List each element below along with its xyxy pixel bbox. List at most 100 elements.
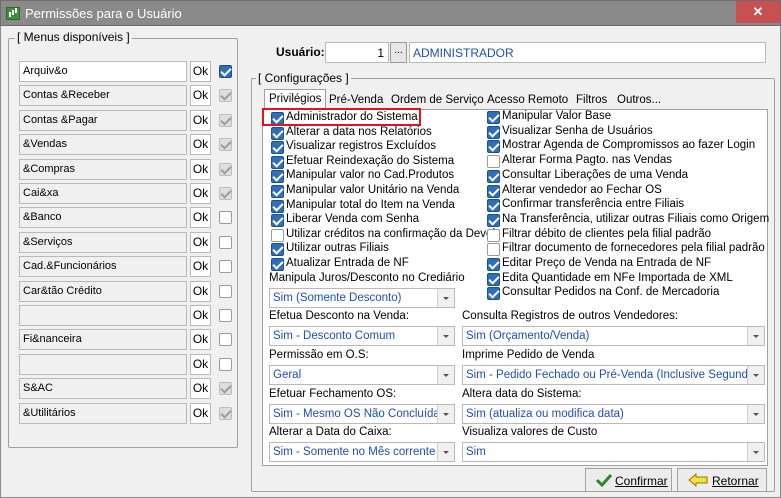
- menu-item-field[interactable]: Cad.&Funcionários: [19, 256, 187, 278]
- close-button[interactable]: ✕: [736, 1, 780, 23]
- permission-left-checkbox[interactable]: [271, 155, 284, 169]
- menu-item-ok-field[interactable]: Ok: [190, 402, 211, 424]
- chevron-down-icon[interactable]: [437, 366, 454, 384]
- menu-item-field[interactable]: &Vendas: [19, 134, 187, 156]
- menu-item-field[interactable]: Contas &Receber: [19, 85, 187, 107]
- menu-item-field[interactable]: [19, 305, 187, 326]
- menu-item-checkbox[interactable]: [219, 89, 232, 103]
- permission-left-checkbox[interactable]: [271, 258, 284, 271]
- permission-right-checkbox[interactable]: [487, 213, 500, 227]
- menu-item-ok-field[interactable]: Ok: [190, 231, 211, 253]
- menu-item-ok-field[interactable]: Ok: [190, 329, 211, 351]
- permission-right-checkbox[interactable]: [487, 272, 500, 286]
- menu-item-checkbox[interactable]: [219, 65, 232, 78]
- menu-item-ok-field[interactable]: Ok: [190, 61, 211, 82]
- tab-pre-venda[interactable]: Pré-Venda: [329, 93, 383, 109]
- menu-item-field[interactable]: S&AC: [19, 378, 187, 400]
- valores-custo-select[interactable]: Sim: [462, 442, 765, 462]
- permission-left-checkbox[interactable]: [271, 228, 284, 242]
- menu-item-field[interactable]: Fi&nanceira: [19, 329, 187, 351]
- tab-outros[interactable]: Outros...: [617, 93, 661, 109]
- menu-item-ok-field[interactable]: Ok: [190, 280, 211, 302]
- permission-right-checkbox[interactable]: [487, 258, 500, 271]
- usuario-code-field[interactable]: 1: [325, 42, 389, 63]
- permission-right-checkbox[interactable]: [487, 111, 500, 124]
- permission-left-checkbox[interactable]: [271, 185, 284, 198]
- fechamento-os-select[interactable]: Sim - Mesmo OS Não Concluída: [269, 404, 455, 424]
- menu-item-checkbox[interactable]: [219, 113, 232, 127]
- chevron-down-icon[interactable]: [747, 366, 764, 384]
- permission-right-checkbox[interactable]: [487, 169, 500, 183]
- menu-item-field[interactable]: &Compras: [19, 158, 187, 180]
- menu-item-ok-field[interactable]: Ok: [190, 158, 211, 180]
- permission-left-checkbox[interactable]: [271, 214, 284, 228]
- menu-item-checkbox[interactable]: [219, 187, 232, 200]
- menu-item-checkbox[interactable]: [219, 284, 232, 298]
- permission-right-checkbox[interactable]: [487, 140, 500, 154]
- desconto-select[interactable]: Sim - Desconto Comum: [269, 326, 455, 346]
- chevron-down-icon[interactable]: [437, 443, 454, 461]
- menu-item-ok-field[interactable]: Ok: [190, 183, 211, 204]
- back-button[interactable]: Retornar: [677, 468, 767, 492]
- permission-right-checkbox[interactable]: [487, 228, 500, 242]
- menu-item-ok-field[interactable]: Ok: [190, 85, 211, 107]
- permission-right-checkbox[interactable]: [487, 184, 500, 198]
- chevron-down-icon[interactable]: [747, 327, 764, 345]
- chevron-down-icon[interactable]: [437, 289, 454, 307]
- chevron-down-icon[interactable]: [747, 443, 764, 461]
- menu-item-checkbox[interactable]: [219, 235, 232, 249]
- usuario-lookup-button[interactable]: ...: [390, 42, 407, 63]
- menu-item-field[interactable]: &Utilitários: [19, 402, 187, 424]
- permission-left-checkbox[interactable]: [271, 170, 284, 184]
- menu-item-ok-field[interactable]: Ok: [190, 378, 211, 400]
- back-label: Retornar: [712, 474, 759, 488]
- menu-item-ok-field[interactable]: Ok: [190, 134, 211, 156]
- permission-left-checkbox[interactable]: [271, 126, 284, 140]
- permission-left-checkbox[interactable]: [271, 243, 284, 257]
- menu-item-field[interactable]: Cai&xa: [19, 183, 187, 204]
- menu-item-checkbox[interactable]: [219, 211, 232, 225]
- permission-right-label: Alterar Forma Pagto. nas Vendas: [502, 154, 673, 167]
- menu-item-ok-field[interactable]: Ok: [190, 109, 211, 131]
- menu-item-checkbox[interactable]: [219, 357, 232, 371]
- permission-right-checkbox[interactable]: [487, 155, 500, 169]
- permission-left-checkbox[interactable]: [271, 199, 284, 213]
- menu-item-field[interactable]: Contas &Pagar: [19, 109, 187, 131]
- tab-privilegios[interactable]: Privilégios: [264, 89, 327, 110]
- tab-acesso-remoto[interactable]: Acesso Remoto: [487, 93, 568, 109]
- chevron-down-icon[interactable]: [747, 405, 764, 423]
- permissao-os-select[interactable]: Geral: [269, 365, 455, 385]
- permission-right-checkbox[interactable]: [487, 243, 500, 257]
- menu-item-field[interactable]: &Banco: [19, 207, 187, 229]
- menu-item-ok-field[interactable]: Ok: [190, 305, 211, 326]
- menu-item-checkbox[interactable]: [219, 162, 232, 176]
- permission-right-checkbox[interactable]: [487, 287, 500, 301]
- menu-item-field[interactable]: Arquiv&o: [19, 61, 187, 82]
- menu-item-checkbox[interactable]: [219, 309, 232, 322]
- menu-item-field[interactable]: Car&tão Crédito: [19, 280, 187, 302]
- permission-right-checkbox[interactable]: [487, 199, 500, 213]
- confirm-button[interactable]: Confirmar: [585, 468, 672, 492]
- menu-item-ok-field[interactable]: Ok: [190, 353, 211, 375]
- menu-item-field[interactable]: &Serviços: [19, 231, 187, 253]
- data-caixa-select[interactable]: Sim - Somente no Mês corrente: [269, 442, 455, 462]
- permission-right-checkbox[interactable]: [487, 125, 500, 139]
- menu-item-checkbox[interactable]: [219, 333, 232, 347]
- imprime-pedido-select[interactable]: Sim - Pedido Fechado ou Pré-Venda (Inclu…: [462, 365, 765, 385]
- chevron-down-icon[interactable]: [437, 327, 454, 345]
- menu-item-checkbox[interactable]: [219, 406, 232, 420]
- consulta-registros-select[interactable]: Sim (Orçamento/Venda): [462, 326, 765, 346]
- menu-item-field[interactable]: [19, 353, 187, 375]
- menu-item-checkbox[interactable]: [219, 382, 232, 396]
- tab-filtros[interactable]: Filtros: [576, 93, 607, 109]
- menu-item-ok-field[interactable]: Ok: [190, 207, 211, 229]
- menu-item-checkbox[interactable]: [219, 138, 232, 152]
- tab-ordem-de-servico[interactable]: Ordem de Serviço: [391, 93, 484, 109]
- menu-item-ok-field[interactable]: Ok: [190, 256, 211, 278]
- altera-data-select[interactable]: Sim (atualiza ou modifica data): [462, 404, 765, 424]
- permission-left-label: Visualizar registros Excluídos: [286, 140, 436, 153]
- menu-item-checkbox[interactable]: [219, 260, 232, 274]
- permission-left-checkbox[interactable]: [271, 141, 284, 155]
- juros-select[interactable]: Sim (Somente Desconto): [269, 288, 455, 308]
- chevron-down-icon[interactable]: [437, 405, 454, 423]
